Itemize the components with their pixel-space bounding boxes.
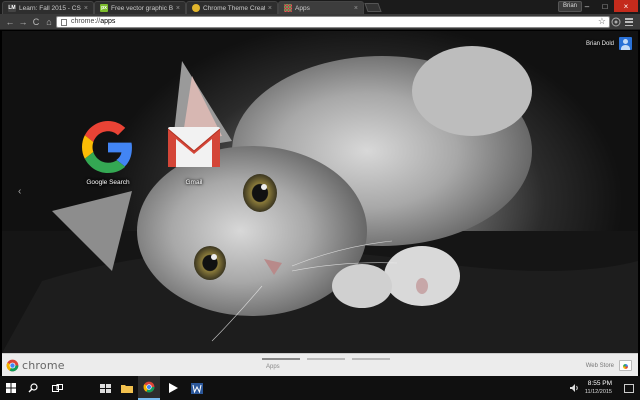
close-tab-icon[interactable]: × [354,5,358,12]
windows-logo-icon [6,383,16,393]
page-indicator-3[interactable] [352,358,390,360]
reload-button[interactable]: C [30,16,42,28]
clock-date: 11/12/2015 [584,389,612,395]
forward-button[interactable]: → [17,16,29,28]
chrome-brand: chrome [6,359,65,372]
close-window-button[interactable]: × [614,0,638,12]
address-bar[interactable]: chrome://apps ☆ [56,16,610,28]
word-icon [191,382,203,394]
page-indicator-apps[interactable] [262,358,300,360]
new-tab-button[interactable] [364,3,382,12]
task-view-button[interactable] [46,376,68,400]
chrome-logo-icon [6,359,19,372]
tab-theme-creator[interactable]: Chrome Theme Creator - × [186,1,278,14]
page-indicator-2[interactable] [307,358,345,360]
apps-bottom-bar: chrome Apps Web Store [2,353,638,376]
profile-indicator[interactable]: Brian Dold [586,37,632,50]
web-store-link[interactable]: Web Store [586,360,632,371]
apps-page: Brian Dold ‹ Google Search Gmail [2,31,638,353]
tab-title: Apps [295,4,310,12]
system-tray: 8:55 PM 11/12/2015 [569,376,640,400]
folder-icon [121,384,133,393]
profile-name: Brian Dold [585,40,614,47]
tab-title: Chrome Theme Creator - [203,4,265,12]
bookmark-star-icon[interactable]: ☆ [598,16,606,27]
maximize-button[interactable]: □ [596,0,614,12]
taskbar-media-player[interactable] [162,376,184,400]
play-icon [169,383,178,393]
tab-strip: LM Learn: Fall 2015 - CS 161 × px Free v… [0,0,640,14]
avatar-icon[interactable] [619,37,632,50]
window-controls: – □ × [578,0,638,12]
google-g-icon[interactable] [82,121,134,173]
windows-taskbar: 8:55 PM 11/12/2015 [0,376,640,400]
tab-title: Free vector graphic Back [111,4,173,12]
freepik-favicon-icon: px [100,4,108,12]
search-icon [28,383,38,393]
extension-icon[interactable] [611,17,621,27]
close-tab-icon[interactable]: × [268,5,272,12]
web-store-icon [619,360,632,371]
multitask-windows-icon [99,383,111,393]
back-button[interactable]: ← [4,16,16,28]
previous-page-chevron-icon[interactable]: ‹ [18,186,21,197]
kitten-background-image [2,46,638,353]
address-url[interactable]: chrome://apps [71,17,115,27]
taskbar-word[interactable] [186,376,208,400]
close-tab-icon[interactable]: × [84,5,88,12]
page-switcher [262,358,397,360]
clock-time: 8:55 PM [587,380,612,387]
start-button[interactable] [0,376,22,400]
minimize-button[interactable]: – [578,0,596,12]
chrome-taskbar-icon [143,381,155,393]
app-gmail[interactable]: Gmail [162,121,226,186]
clock[interactable]: 8:55 PM 11/12/2015 [585,380,612,396]
app-google-search[interactable]: Google Search [76,121,140,186]
gmail-icon[interactable] [166,121,222,173]
apps-grid-icon [284,4,292,12]
tab-title: Learn: Fall 2015 - CS 161 [19,4,81,12]
app-label: Google Search [86,179,130,186]
close-tab-icon[interactable]: × [176,5,180,12]
tab-learn[interactable]: LM Learn: Fall 2015 - CS 161 × [2,1,94,14]
app-label: Gmail [185,179,203,186]
taskbar-file-explorer[interactable] [116,376,138,400]
page-icon [61,19,67,26]
task-view-icon [51,383,63,392]
menu-icon[interactable] [624,17,634,27]
action-center-icon[interactable] [624,383,634,393]
volume-icon[interactable] [569,384,579,392]
current-page-label[interactable]: Apps [266,364,280,370]
chrome-wordmark: chrome [22,359,65,372]
web-store-label: Web Store [585,362,614,369]
search-button[interactable] [22,376,44,400]
tab-apps[interactable]: Apps × [278,1,364,14]
home-button[interactable]: ⌂ [43,16,55,28]
theme-creator-favicon-icon [192,4,200,12]
taskbar-app-windows[interactable] [94,376,116,400]
tab-free-vector[interactable]: px Free vector graphic Back × [94,1,186,14]
learn-favicon-icon: LM [8,4,16,12]
taskbar-chrome[interactable] [138,376,160,400]
browser-toolbar: ← → C ⌂ chrome://apps ☆ [0,14,640,30]
